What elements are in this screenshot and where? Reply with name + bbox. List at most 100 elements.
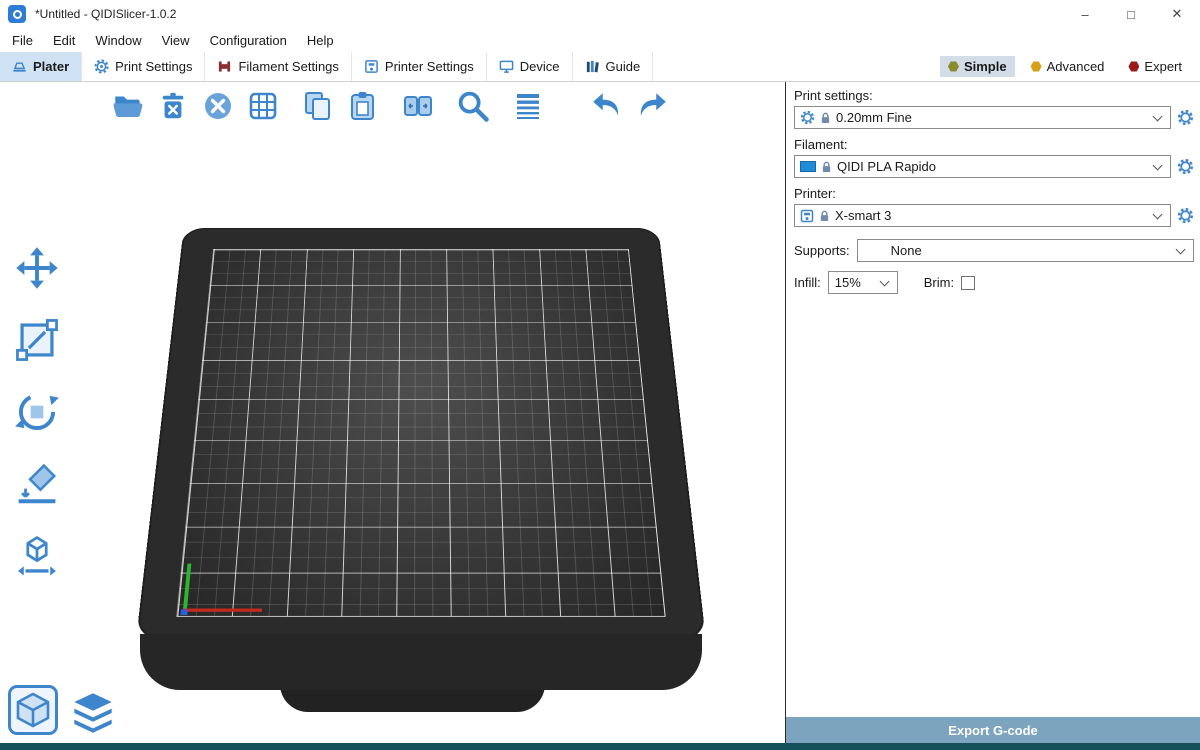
tab-label: Filament Settings: [238, 59, 338, 74]
supports-combo[interactable]: None: [857, 239, 1194, 262]
tab-label: Guide: [606, 59, 641, 74]
minimize-button[interactable]: –: [1062, 0, 1108, 28]
print-settings-gear-button[interactable]: [1177, 109, 1194, 126]
open-icon: [111, 89, 145, 123]
filament-value: QIDI PLA Rapido: [837, 159, 936, 174]
chevron-down-icon: [1153, 160, 1163, 170]
brim-label: Brim:: [924, 275, 954, 290]
scale-button[interactable]: [10, 314, 64, 366]
title-bar: *Untitled - QIDISlicer-1.0.2 – □ ✕: [0, 0, 1200, 28]
mode-advanced[interactable]: Advanced: [1023, 56, 1113, 77]
mode-label: Simple: [964, 59, 1007, 74]
print-bed: [136, 228, 706, 640]
lock-icon: [820, 112, 831, 124]
menu-window[interactable]: Window: [85, 33, 151, 48]
filament-icon: [217, 59, 232, 74]
tab-print-settings[interactable]: Print Settings: [82, 52, 205, 81]
viewport-3d[interactable]: [0, 82, 785, 743]
chevron-down-icon: [879, 276, 889, 286]
filament-gear-button[interactable]: [1177, 158, 1194, 175]
bed-grid-surface: [176, 249, 665, 617]
tab-label: Device: [520, 59, 560, 74]
printer-label: Printer:: [794, 186, 1194, 201]
app-logo-icon: [8, 5, 26, 23]
menu-help[interactable]: Help: [297, 33, 344, 48]
print-settings-value: 0.20mm Fine: [836, 110, 912, 125]
layers-view-button[interactable]: [70, 691, 116, 735]
split-icon: [402, 90, 434, 122]
chevron-down-icon: [1153, 209, 1163, 219]
guide-icon: [585, 59, 600, 74]
measure-icon: [14, 533, 60, 579]
delete-all-icon: [202, 90, 234, 122]
lock-icon: [819, 210, 830, 222]
copy-icon: [302, 90, 334, 122]
undo-icon: [590, 89, 624, 123]
print-settings-combo[interactable]: 0.20mm Fine: [794, 106, 1171, 129]
paste-icon: [347, 90, 379, 122]
filament-color-swatch: [800, 161, 816, 172]
menu-edit[interactable]: Edit: [43, 33, 85, 48]
delete-button[interactable]: [153, 86, 193, 126]
tab-filament-settings[interactable]: Filament Settings: [205, 52, 351, 81]
menu-configuration[interactable]: Configuration: [200, 33, 297, 48]
place-on-face-icon: [14, 461, 60, 507]
maximize-button[interactable]: □: [1108, 0, 1154, 28]
viewport-toolbar: [108, 86, 677, 126]
expert-mode-icon: [1128, 61, 1139, 72]
close-button[interactable]: ✕: [1154, 0, 1200, 28]
filament-label: Filament:: [794, 137, 1194, 152]
menu-file[interactable]: File: [2, 33, 43, 48]
move-icon: [14, 245, 60, 291]
undo-button[interactable]: [587, 86, 627, 126]
open-button[interactable]: [108, 86, 148, 126]
mode-expert[interactable]: Expert: [1120, 56, 1190, 77]
export-gcode-button[interactable]: Export G-code: [786, 717, 1200, 743]
x-axis-indicator: [183, 609, 262, 612]
menu-view[interactable]: View: [152, 33, 200, 48]
split-button[interactable]: [398, 86, 438, 126]
layers-view-icon: [70, 691, 116, 735]
printer-icon: [800, 209, 814, 223]
3d-view-icon: [13, 690, 53, 730]
device-icon: [499, 59, 514, 74]
search-button[interactable]: [453, 86, 493, 126]
measure-button[interactable]: [10, 530, 64, 582]
tab-plater[interactable]: Plater: [0, 52, 82, 81]
paste-button[interactable]: [343, 86, 383, 126]
redo-button[interactable]: [632, 86, 672, 126]
printer-combo[interactable]: X-smart 3: [794, 204, 1171, 227]
tab-printer-settings[interactable]: Printer Settings: [352, 52, 487, 81]
variable-layer-height-button[interactable]: [508, 86, 548, 126]
printer-gear-button[interactable]: [1177, 207, 1194, 224]
chevron-down-icon: [1176, 244, 1186, 254]
y-axis-indicator: [183, 564, 192, 612]
mode-simple[interactable]: Simple: [940, 56, 1015, 77]
copy-button[interactable]: [298, 86, 338, 126]
tab-guide[interactable]: Guide: [573, 52, 654, 81]
place-on-face-button[interactable]: [10, 458, 64, 510]
3d-view-button[interactable]: [8, 685, 58, 735]
rotate-button[interactable]: [10, 386, 64, 438]
delete-icon: [158, 91, 188, 121]
infill-combo[interactable]: 15%: [828, 271, 898, 294]
printer-value: X-smart 3: [835, 208, 891, 223]
arrange-button[interactable]: [243, 86, 283, 126]
chevron-down-icon: [1153, 111, 1163, 121]
menu-bar: File Edit Window View Configuration Help: [0, 28, 1200, 52]
origin-indicator: [180, 609, 187, 615]
main-area: Print settings: 0.20mm Fine: [0, 82, 1200, 743]
delete-all-button[interactable]: [198, 86, 238, 126]
move-button[interactable]: [10, 242, 64, 294]
arrange-icon: [247, 90, 279, 122]
profile-gear-icon: [800, 110, 815, 125]
tab-device[interactable]: Device: [487, 52, 573, 81]
brim-checkbox[interactable]: [961, 276, 975, 290]
mode-switcher: Simple Advanced Expert: [940, 52, 1200, 81]
filament-combo[interactable]: QIDI PLA Rapido: [794, 155, 1171, 178]
tab-bar: Plater Print Settings Filament Settings …: [0, 52, 1200, 82]
gear-icon: [94, 59, 109, 74]
search-icon: [455, 88, 491, 124]
printer-icon: [364, 59, 379, 74]
window-title: *Untitled - QIDISlicer-1.0.2: [35, 7, 176, 21]
